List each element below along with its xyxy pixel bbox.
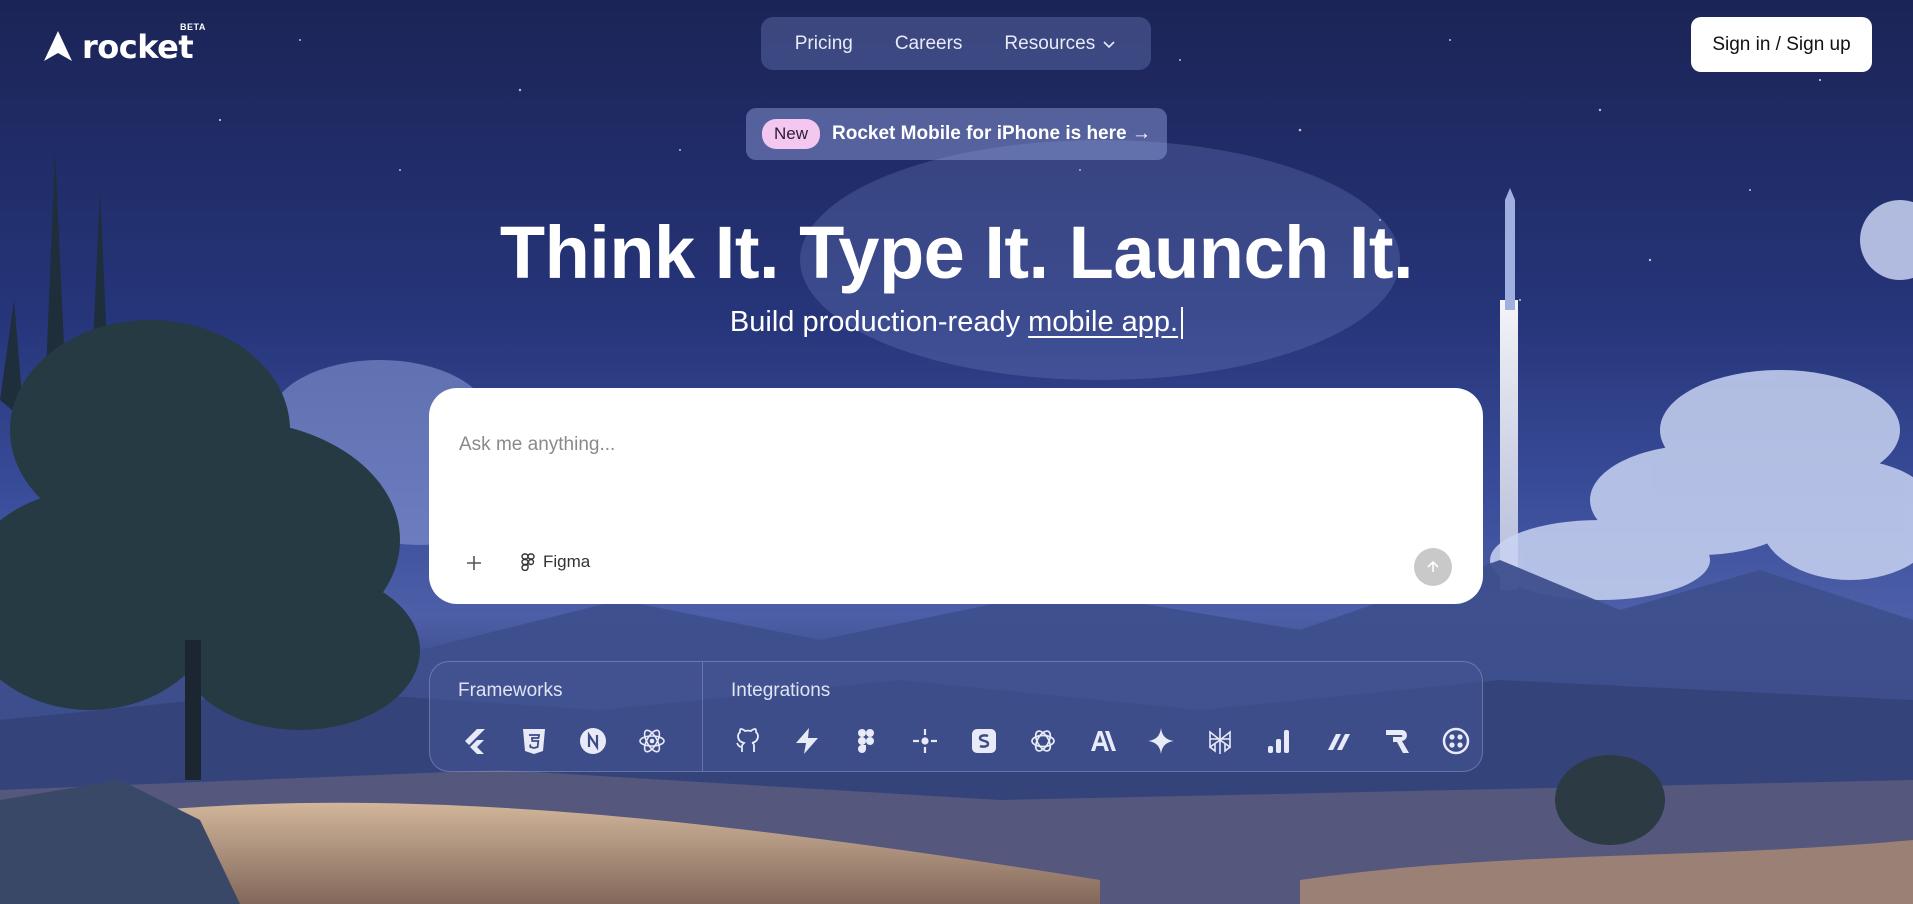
signin-button[interactable]: Sign in / Sign up: [1691, 17, 1872, 72]
new-badge: New: [762, 119, 821, 149]
github-icon[interactable]: [731, 724, 765, 758]
supabase-icon[interactable]: [790, 724, 824, 758]
figma-icon[interactable]: [849, 724, 883, 758]
arrow-up-icon: [1427, 560, 1439, 572]
rocket-logo-icon: [44, 31, 72, 61]
prompt-box: Figma: [429, 388, 1483, 604]
text-caret: [1181, 307, 1184, 340]
integrations-group: Integrations: [703, 662, 1482, 771]
nav-resources[interactable]: Resources: [1004, 33, 1117, 55]
nextjs-icon[interactable]: [576, 724, 610, 758]
react-icon[interactable]: [635, 724, 669, 758]
tools-panel: Frameworks Integrations: [429, 661, 1483, 772]
openrouter-icon[interactable]: [908, 724, 942, 758]
hero-subline: Build production-ready mobile app.: [0, 306, 1913, 340]
brand-name: rocket: [82, 28, 194, 66]
brand-logo[interactable]: rocket: [40, 28, 194, 66]
nav-resources-label: Resources: [1004, 32, 1096, 54]
announcement-text: Rocket Mobile for iPhone is here →: [832, 123, 1151, 144]
html5-icon[interactable]: [517, 724, 551, 758]
figma-import-button[interactable]: Figma: [521, 552, 590, 572]
perplexity-icon[interactable]: [1203, 724, 1237, 758]
resend-icon[interactable]: [1321, 724, 1355, 758]
hero-headline: Think It. Type It. Launch It.: [499, 211, 1414, 294]
analytics-icon[interactable]: [1262, 724, 1296, 758]
nav-pricing[interactable]: Pricing: [795, 33, 853, 55]
anthropic-icon[interactable]: [1085, 724, 1119, 758]
chevron-down-icon: [1103, 40, 1115, 48]
send-button[interactable]: [1414, 548, 1452, 586]
announcement-banner[interactable]: New Rocket Mobile for iPhone is here →: [746, 108, 1167, 160]
gemini-icon[interactable]: [1144, 724, 1178, 758]
frameworks-group: Frameworks: [430, 662, 703, 771]
figma-icon: [521, 553, 535, 571]
openai-icon[interactable]: [1026, 724, 1060, 758]
frameworks-label: Frameworks: [458, 680, 563, 701]
hero-sub-accent: mobile app.: [1028, 306, 1179, 338]
plus-icon: [467, 556, 481, 570]
rapidapi-icon[interactable]: [1380, 724, 1414, 758]
add-attachment-button[interactable]: [465, 550, 483, 576]
hero-sub-prefix: Build production-ready: [729, 306, 1021, 338]
prompt-input[interactable]: [457, 414, 1451, 476]
nav-careers-label: Careers: [894, 32, 963, 54]
top-nav: Pricing Careers Resources: [761, 17, 1151, 70]
twilio-icon[interactable]: [1439, 724, 1473, 758]
beta-badge: BETA: [180, 22, 206, 32]
figma-label: Figma: [543, 552, 591, 571]
stripe-icon[interactable]: [967, 724, 1001, 758]
flutter-icon[interactable]: [458, 724, 492, 758]
integrations-label: Integrations: [731, 680, 831, 701]
page: rocket BETA Pricing Careers Resources Si…: [0, 0, 1913, 904]
nav-careers[interactable]: Careers: [895, 33, 963, 55]
nav-pricing-label: Pricing: [794, 32, 853, 54]
